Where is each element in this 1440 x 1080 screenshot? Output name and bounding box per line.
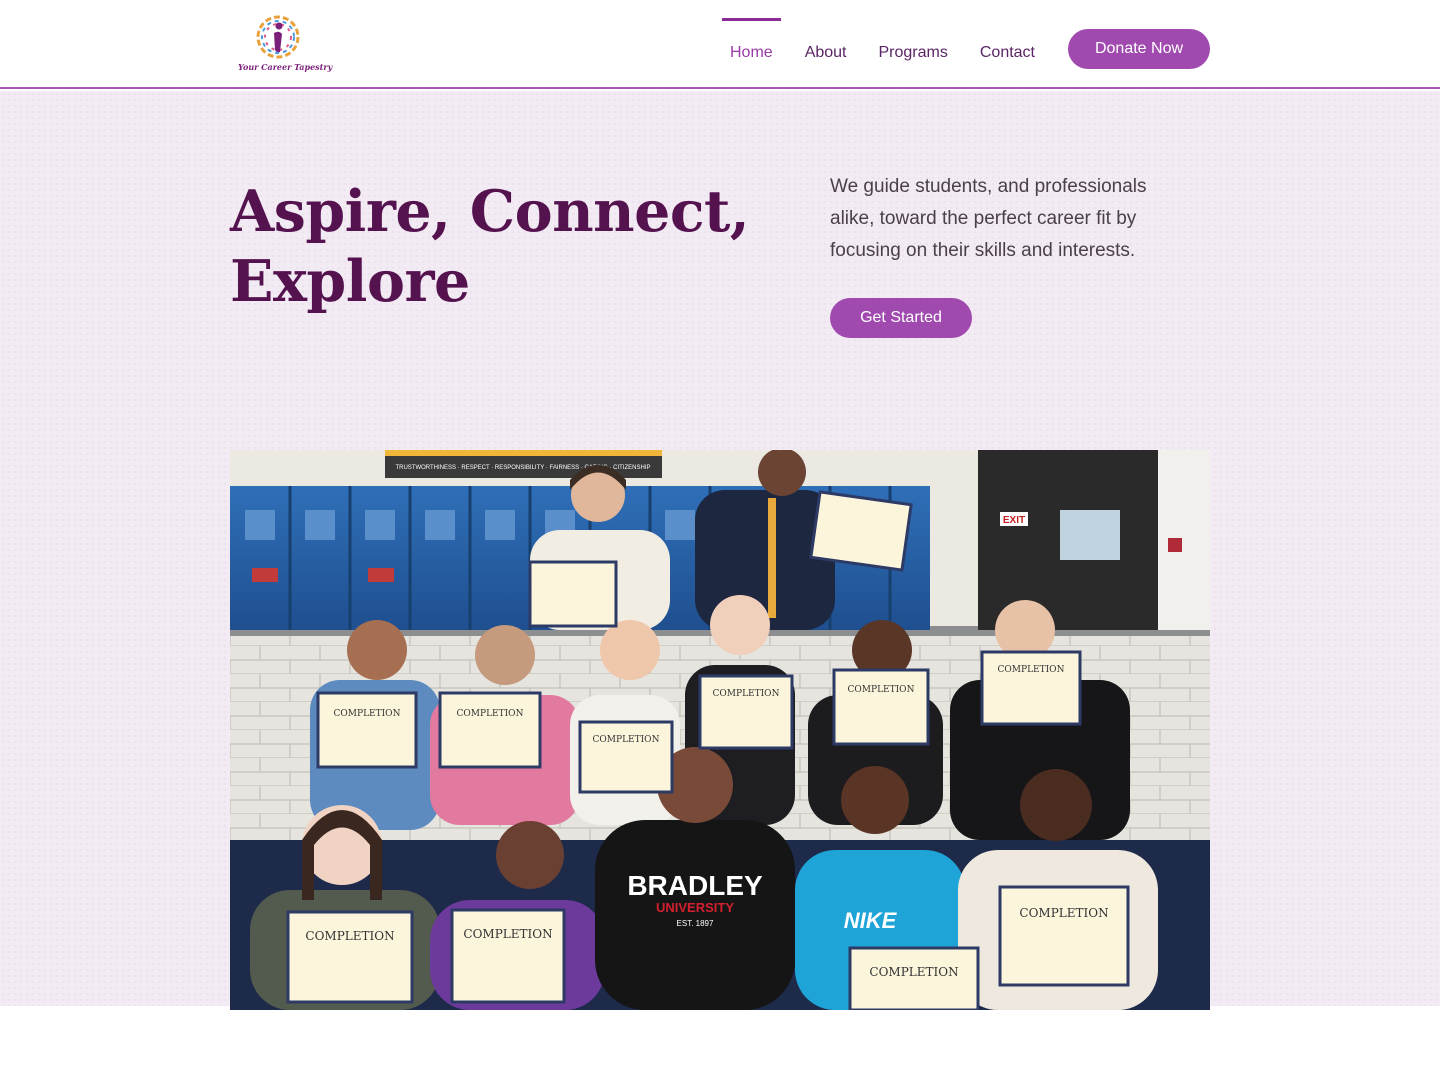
group-photo: TRUSTWORTHINESS · RESPECT · RESPONSIBILI… — [230, 450, 1210, 1010]
nav-programs[interactable]: Programs — [863, 18, 964, 78]
svg-text:COMPLETION: COMPLETION — [713, 689, 780, 699]
svg-text:COMPLETION: COMPLETION — [305, 929, 394, 943]
certificate: COMPLETION — [316, 691, 418, 769]
certificate: COMPLETION — [450, 908, 566, 1004]
svg-text:COMPLETION: COMPLETION — [463, 927, 552, 941]
hero-section: Aspire, Connect, Explore We guide studen… — [0, 91, 1440, 1010]
hero-description: We guide students, and professionals ali… — [830, 176, 1147, 261]
svg-text:COMPLETION: COMPLETION — [848, 685, 915, 695]
certificate: COMPLETION — [998, 885, 1130, 987]
svg-text:COMPLETION: COMPLETION — [593, 735, 660, 745]
svg-text:COMPLETION: COMPLETION — [869, 965, 958, 979]
group-photo-illustration: TRUSTWORTHINESS · RESPECT · RESPONSIBILI… — [230, 450, 1210, 1010]
photo-shirt-text-4: NIKE — [844, 908, 898, 933]
svg-text:COMPLETION: COMPLETION — [1019, 906, 1108, 920]
logo-text: Your Career Tapestry — [238, 62, 333, 72]
photo-shirt-text-2: UNIVERSITY — [656, 900, 734, 915]
main-nav: Home About Programs Contact — [714, 18, 1051, 78]
donate-button[interactable]: Donate Now — [1068, 29, 1210, 69]
certificate: COMPLETION — [698, 674, 794, 750]
certificate: COMPLETION — [832, 668, 930, 746]
svg-text:COMPLETION: COMPLETION — [334, 709, 401, 719]
photo-shirt-text-3: EST. 1897 — [677, 919, 714, 928]
site-header: Your Career Tapestry Home About Programs… — [0, 0, 1440, 89]
logo-icon — [256, 15, 300, 59]
hero-title-line-1: Aspire, Connect, — [230, 178, 750, 245]
nav-about[interactable]: About — [789, 18, 863, 78]
get-started-button[interactable]: Get Started — [830, 298, 972, 338]
certificate: COMPLETION — [438, 691, 542, 769]
certificate: COMPLETION — [848, 946, 980, 1010]
nav-home[interactable]: Home — [714, 18, 789, 78]
svg-text:COMPLETION: COMPLETION — [998, 665, 1065, 675]
hero-title-line-2: Explore — [230, 248, 470, 315]
certificate — [528, 560, 618, 628]
certificate: COMPLETION — [578, 720, 674, 794]
certificate — [809, 490, 913, 572]
certificate: COMPLETION — [286, 910, 414, 1004]
nav-contact[interactable]: Contact — [964, 18, 1051, 78]
site-logo[interactable]: Your Career Tapestry — [238, 12, 333, 74]
hero-title: Aspire, Connect, Explore — [230, 177, 750, 317]
certificate: COMPLETION — [980, 650, 1082, 726]
photo-shirt-text-1: BRADLEY — [627, 870, 763, 901]
photo-exit-sign: EXIT — [1003, 515, 1025, 526]
svg-text:COMPLETION: COMPLETION — [457, 709, 524, 719]
